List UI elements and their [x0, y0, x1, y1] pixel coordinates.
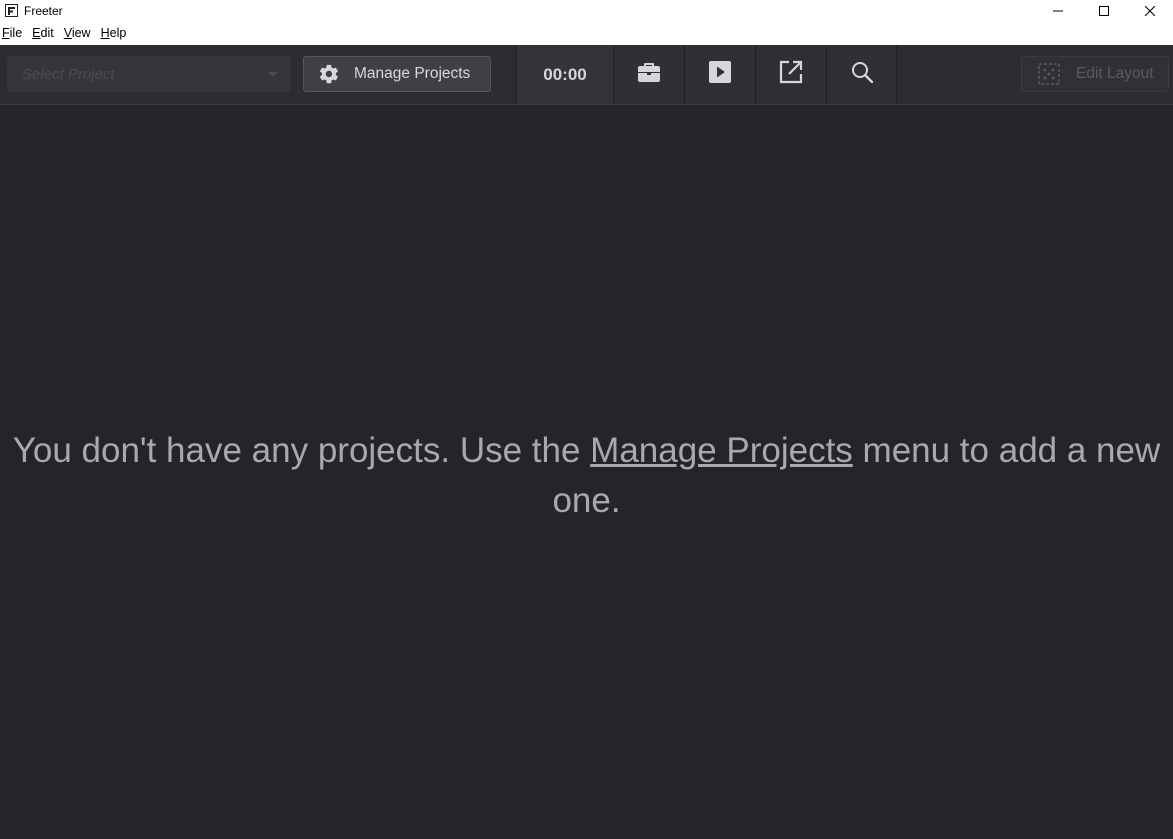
workspace: You don't have any projects. Use the Man… — [0, 105, 1173, 839]
manage-projects-label: Manage Projects — [354, 65, 471, 82]
menu-help-label: elp — [109, 26, 127, 40]
open-external-button[interactable] — [755, 45, 826, 104]
window-controls — [1035, 0, 1173, 21]
menu-edit-label: dit — [40, 26, 54, 40]
menu-help[interactable]: Help — [99, 26, 133, 40]
title-bar: Freeter — [0, 0, 1173, 21]
maximize-icon — [1099, 3, 1109, 19]
menu-bar: File Edit View Help — [0, 21, 1173, 46]
gear-icon — [318, 63, 340, 85]
edit-layout-button[interactable]: Edit Layout — [1021, 56, 1169, 92]
external-link-icon — [779, 60, 803, 89]
empty-state-text-before: You don't have any projects. Use the — [12, 431, 591, 470]
menu-help-mnemonic: H — [100, 26, 110, 40]
search-icon — [851, 61, 873, 88]
empty-state-message: You don't have any projects. Use the Man… — [0, 426, 1173, 526]
chevron-down-icon — [268, 72, 278, 77]
menu-view-mnemonic: V — [63, 26, 72, 40]
menu-view[interactable]: View — [62, 26, 97, 40]
window-title: Freeter — [24, 3, 63, 18]
timer-value: 00:00 — [543, 64, 587, 84]
close-button[interactable] — [1127, 0, 1173, 21]
menu-view-label: iew — [71, 26, 91, 40]
layout-grid-icon — [1038, 63, 1060, 85]
play-icon — [709, 61, 731, 88]
menu-edit[interactable]: Edit — [30, 26, 60, 40]
manage-projects-link[interactable]: Manage Projects — [590, 431, 853, 470]
toolbar: Select Project Manage Projects 00:00 Edi… — [0, 45, 1173, 105]
project-select-placeholder: Select Project — [22, 65, 115, 83]
edit-layout-label: Edit Layout — [1076, 65, 1154, 82]
menu-file[interactable]: File — [0, 26, 28, 40]
briefcase-icon — [637, 61, 661, 88]
menu-file-label: ile — [9, 26, 23, 40]
manage-projects-button[interactable]: Manage Projects — [303, 56, 491, 92]
tool-group: 00:00 — [516, 45, 897, 104]
app-logo-icon — [4, 4, 18, 18]
close-icon — [1144, 3, 1156, 19]
run-button[interactable] — [684, 45, 755, 104]
pomodoro-timer[interactable]: 00:00 — [516, 45, 613, 104]
apps-button[interactable] — [613, 45, 684, 104]
menu-file-mnemonic: F — [2, 26, 10, 40]
project-select[interactable]: Select Project — [7, 56, 290, 92]
maximize-button[interactable] — [1081, 0, 1127, 21]
search-button[interactable] — [826, 45, 897, 104]
minimize-button[interactable] — [1035, 0, 1081, 21]
menu-edit-mnemonic: E — [32, 26, 41, 40]
minimize-icon — [1053, 3, 1063, 19]
